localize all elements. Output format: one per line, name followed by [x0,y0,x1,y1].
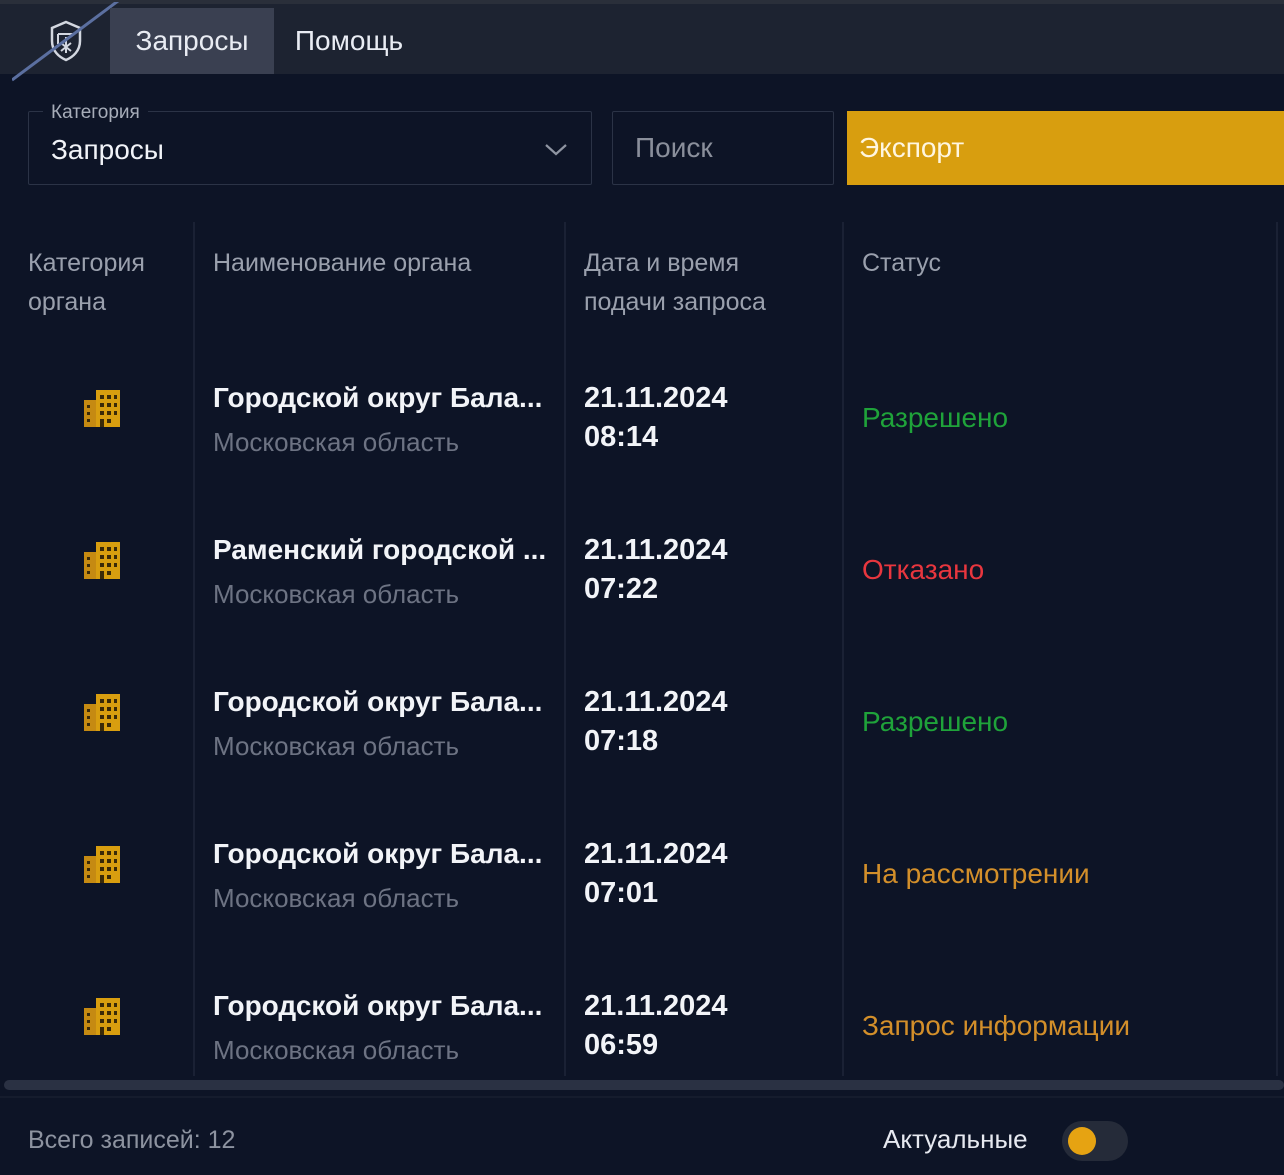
organ-region: Московская область [213,1035,460,1065]
table-row[interactable]: Городской округ Бала... Московская облас… [0,662,1284,814]
status-badge: Отказано [862,554,985,585]
status-badge: Разрешено [862,402,1009,433]
organ-name: Городской округ Бала... [213,382,543,413]
header-status[interactable]: Статус [862,244,1162,283]
organ-region: Московская область [213,427,460,457]
tab-help[interactable]: Помощь [274,8,424,74]
search-input[interactable] [613,112,833,184]
request-date: 21.11.2024 [584,838,728,870]
status-badge: На рассмотрении [862,858,1090,889]
category-select-value: Запросы [51,134,164,165]
status-badge: Запрос информации [862,1010,1130,1041]
total-records: Всего записей: 12 [28,1126,236,1154]
request-date: 21.11.2024 [584,382,728,414]
organ-region: Московская область [213,579,460,609]
organ-region: Московская область [213,883,460,913]
actual-toggle[interactable] [1062,1121,1128,1161]
organ-region: Московская область [213,731,460,761]
building-icon [84,846,120,883]
request-date: 21.11.2024 [584,990,728,1022]
status-badge: Разрешено [862,706,1009,737]
category-select[interactable]: Категория Запросы [28,102,592,185]
header-category[interactable]: Категория органа [28,244,178,322]
request-time: 08:14 [584,421,659,453]
request-time: 07:22 [584,573,659,605]
header-name[interactable]: Наименование органа [213,244,553,283]
footer-divider [0,1096,1284,1098]
building-icon [84,542,120,579]
table-row[interactable]: Раменский городской ... Московская облас… [0,510,1284,662]
building-icon [84,390,120,427]
organ-name: Раменский городской ... [213,534,547,565]
building-icon [84,694,120,731]
chevron-down-icon [545,144,567,156]
actual-toggle-label: Актуальные [883,1124,1028,1154]
organ-name: Городской округ Бала... [213,990,543,1021]
request-date: 21.11.2024 [584,686,728,718]
logo[interactable] [12,2,120,82]
export-button[interactable]: Экспорт [847,111,1284,185]
toggle-knob [1068,1127,1096,1155]
tab-requests[interactable]: Запросы [110,8,274,74]
table-row[interactable]: Городской округ Бала... Московская облас… [0,814,1284,966]
request-time: 06:59 [584,1029,659,1061]
horizontal-scrollbar[interactable] [4,1080,1284,1090]
request-time: 07:18 [584,725,659,757]
category-select-label: Категория [43,102,148,124]
organ-name: Городской округ Бала... [213,686,543,717]
top-navigation: Запросы Помощь [0,0,1284,82]
table-row[interactable]: Городской округ Бала... Московская облас… [0,358,1284,510]
header-datetime[interactable]: Дата и время подачи запроса [584,244,824,322]
search-field[interactable] [612,111,834,185]
organ-name: Городской округ Бала... [213,838,543,869]
request-date: 21.11.2024 [584,534,728,566]
building-icon [84,998,120,1035]
request-time: 07:01 [584,877,659,909]
